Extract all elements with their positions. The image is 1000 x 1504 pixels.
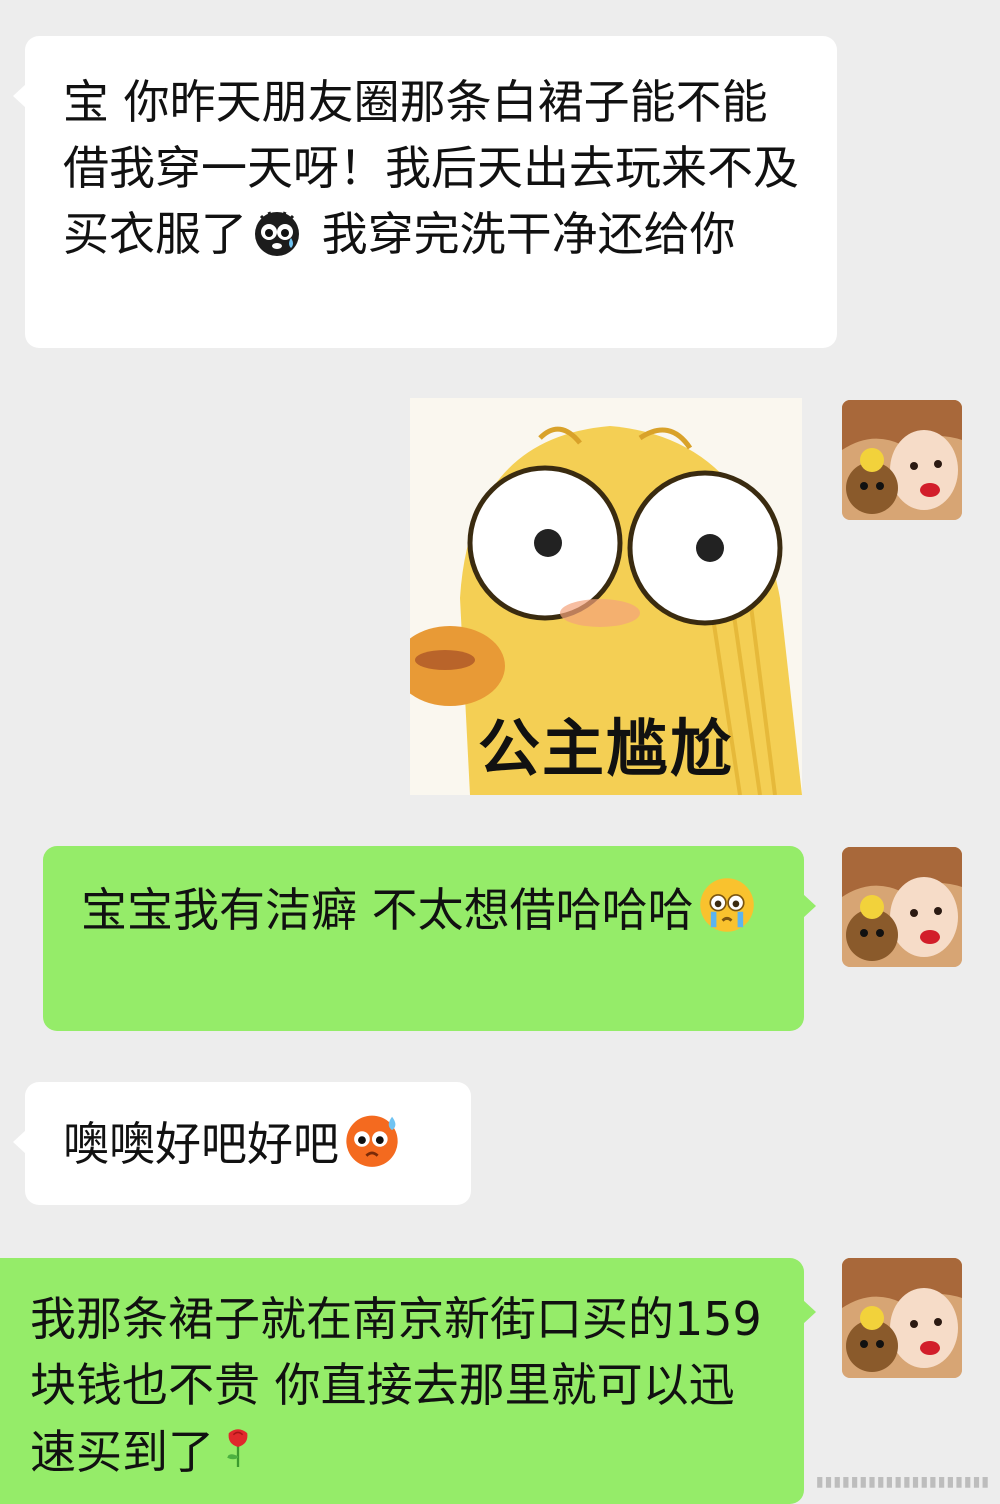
user-avatar-image (842, 400, 962, 520)
tearful-face-emoji (699, 878, 754, 932)
crying-dark-face-emoji (255, 211, 299, 256)
avatar[interactable] (842, 400, 962, 520)
message-text: 宝宝我有洁癖 不太想借哈哈哈 (81, 883, 694, 937)
message-text-continued: 我穿完洗干净还给你 (307, 207, 736, 261)
rose-emoji (227, 1429, 248, 1467)
sticker-message[interactable]: 公主尴尬 (410, 398, 802, 795)
bubble-tail (803, 1300, 816, 1324)
sticker-caption: 公主尴尬 (477, 712, 734, 785)
watermark: ▮▮▮▮▮▮▮▮▮▮▮▮▮▮▮▮▮▮▮▮ (815, 1474, 990, 1490)
avatar[interactable] (842, 847, 962, 967)
message-text: 我那条裙子就在南京新街口买的159块钱也不贵 你直接去那里就可以迅速买到了 (30, 1292, 762, 1479)
user-avatar-image (842, 1258, 962, 1378)
bubble-tail (13, 84, 26, 108)
bubble-tail (13, 1130, 26, 1154)
incoming-message-bubble[interactable]: 噢噢好吧好吧 (13, 1082, 471, 1205)
avatar[interactable] (842, 1258, 962, 1378)
outgoing-message-bubble[interactable]: 我那条裙子就在南京新街口买的159块钱也不贵 你直接去那里就可以迅速买到了 (0, 1258, 816, 1504)
incoming-message-bubble[interactable]: 宝 你昨天朋友圈那条白裙子能不能借我穿一天呀！我后天出去玩来不及买衣服了 我穿完… (13, 36, 837, 348)
bubble-tail (803, 894, 816, 918)
outgoing-message-bubble[interactable]: 宝宝我有洁癖 不太想借哈哈哈 (43, 846, 816, 1031)
user-avatar-image (842, 847, 962, 967)
sweat-sad-face-emoji (346, 1115, 398, 1167)
message-text: 噢噢好吧好吧 (63, 1117, 339, 1171)
